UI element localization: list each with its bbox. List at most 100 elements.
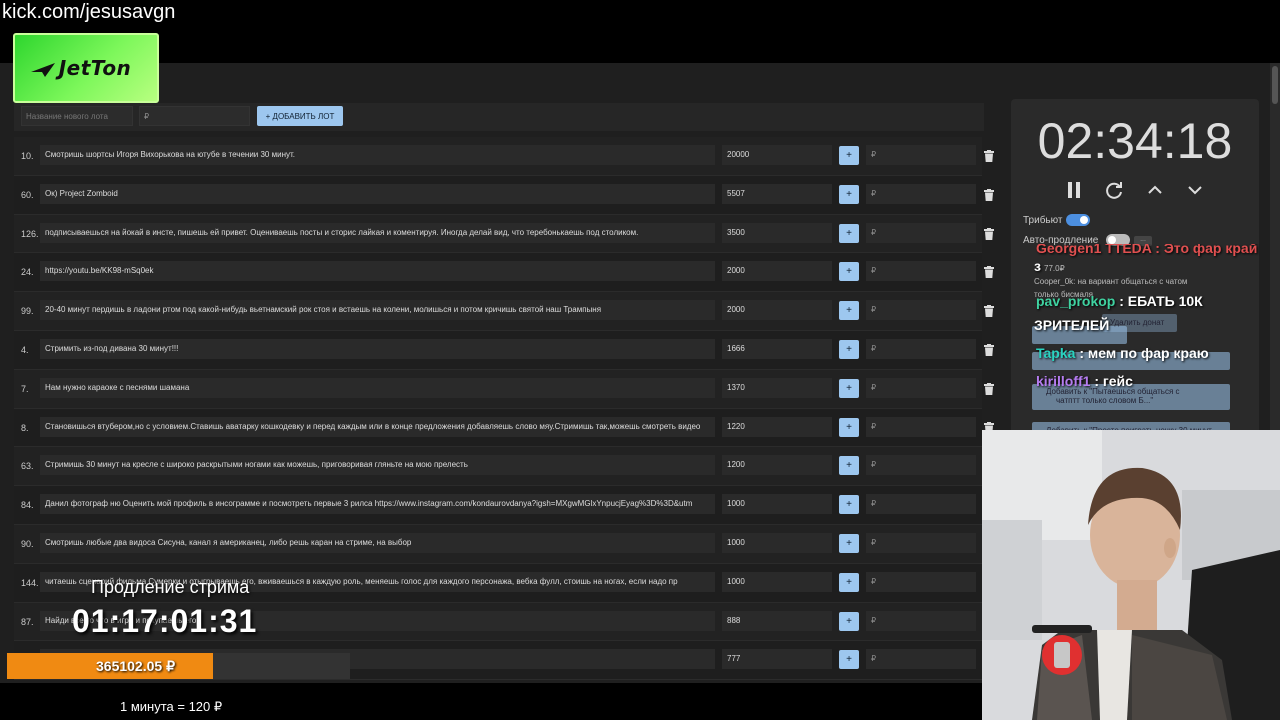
- lot-amount-input[interactable]: 1000: [722, 532, 832, 553]
- add-amount-button[interactable]: +: [839, 184, 859, 204]
- lot-add-input[interactable]: ₽: [866, 649, 976, 670]
- lot-add-input[interactable]: ₽: [866, 610, 976, 631]
- pause-icon[interactable]: [1064, 180, 1084, 200]
- chat-username: kirilloff1: [1036, 373, 1091, 389]
- lot-amount-input[interactable]: 2000: [722, 300, 832, 321]
- lot-amount-input[interactable]: 1000: [722, 494, 832, 515]
- lot-amount-input[interactable]: 2000: [722, 261, 832, 282]
- new-lot-price-input[interactable]: ₽: [139, 106, 250, 126]
- add-amount-button[interactable]: +: [839, 495, 859, 515]
- lot-amount-input[interactable]: 5507: [722, 183, 832, 204]
- add-to-lot-label: чатптт только словом Б...": [1056, 396, 1154, 405]
- lot-amount-input[interactable]: 1220: [722, 416, 832, 437]
- lot-name-input[interactable]: подписываешься на йокай в инсте, пишешь …: [40, 222, 715, 243]
- lot-add-input[interactable]: ₽: [866, 145, 976, 165]
- donation-progress-bar: 365102.05 ₽: [7, 653, 350, 679]
- lot-add-input[interactable]: ₽: [866, 571, 976, 592]
- lot-number: 8.: [21, 422, 29, 433]
- lot-row: 99. 20-40 минут пердишь в ладони ртом под…: [14, 292, 994, 331]
- lot-number: 90.: [21, 538, 34, 549]
- lot-add-input[interactable]: ₽: [866, 494, 976, 515]
- lot-amount-input[interactable]: 1666: [722, 338, 832, 359]
- lot-name-input[interactable]: Смотришь шортсы Игоря Вихорькова на ютуб…: [40, 145, 715, 165]
- lot-add-input[interactable]: ₽: [866, 338, 976, 359]
- chat-overlay: Georgen1 TTEDA : Это фар край з 77.0₽ Co…: [1032, 244, 1277, 434]
- lot-row: 90. Смотришь любые два видоса Сисуна, кан…: [14, 524, 994, 564]
- lot-number: 24.: [21, 267, 34, 278]
- lot-name-input[interactable]: 20-40 минут пердишь в ладони ртом под ка…: [40, 300, 715, 321]
- lot-amount-input[interactable]: 3500: [722, 222, 832, 243]
- lot-add-input[interactable]: ₽: [866, 222, 976, 243]
- add-amount-button[interactable]: +: [839, 378, 859, 398]
- add-amount-button[interactable]: +: [839, 417, 859, 437]
- lot-amount-input[interactable]: 20000: [722, 145, 832, 165]
- trash-icon[interactable]: [984, 188, 994, 201]
- lot-row: 7. Нам нужно караоке с песнями шамана 1370…: [14, 369, 994, 409]
- trash-icon[interactable]: [984, 343, 994, 356]
- add-amount-button[interactable]: +: [839, 650, 859, 670]
- main-timer: 02:34:18: [1037, 113, 1233, 169]
- lot-name-input[interactable]: Ок) Project Zomboid: [40, 183, 715, 204]
- lot-name-input[interactable]: Становишься втубером,но с условием.Стави…: [40, 416, 715, 437]
- chat-text: ЗРИТЕЛЕЙ: [1034, 317, 1110, 333]
- add-lot-button[interactable]: + ДОБАВИТЬ ЛОТ: [257, 106, 343, 126]
- lot-amount-input[interactable]: 1000: [722, 571, 832, 592]
- lot-number: 84.: [21, 500, 34, 511]
- add-amount-button[interactable]: +: [839, 456, 859, 476]
- jetton-logo: JetTon: [13, 33, 159, 103]
- new-lot-name-input[interactable]: Название нового лота: [21, 106, 133, 126]
- lot-name-input[interactable]: Стримить из-под дивана 30 минут!!!: [40, 338, 715, 359]
- tribute-label: Трибьют: [1023, 215, 1063, 226]
- tribute-toggle[interactable]: [1066, 214, 1090, 226]
- lot-amount-input[interactable]: 888: [722, 610, 832, 631]
- add-amount-button[interactable]: +: [839, 146, 859, 165]
- chat-message: Georgen1 TTEDA : Это фар край: [1036, 244, 1258, 256]
- lot-amount-input[interactable]: 1370: [722, 377, 832, 398]
- lot-row: 63. Стримишь 30 минут на кресле с широко …: [14, 447, 994, 487]
- lot-add-input[interactable]: ₽: [866, 183, 976, 204]
- lot-number: 10.: [21, 151, 34, 161]
- lot-name-input[interactable]: Нам нужно караоке с песнями шамана: [40, 377, 715, 398]
- lot-number: 63.: [21, 461, 34, 472]
- lot-add-input[interactable]: ₽: [866, 532, 976, 553]
- chevron-up-icon[interactable]: [1145, 180, 1165, 200]
- lot-amount-input[interactable]: 777: [722, 649, 832, 670]
- trash-icon[interactable]: [984, 304, 994, 318]
- lot-name-input[interactable]: Смотришь любые два видоса Сисуна, канал …: [40, 532, 715, 553]
- add-amount-button[interactable]: +: [839, 223, 859, 243]
- lot-add-input[interactable]: ₽: [866, 300, 976, 321]
- reset-icon[interactable]: [1104, 180, 1124, 200]
- lot-add-input[interactable]: ₽: [866, 261, 976, 282]
- add-amount-button[interactable]: +: [839, 533, 859, 553]
- add-amount-button[interactable]: +: [839, 339, 859, 359]
- lot-number: 126.: [21, 228, 39, 239]
- lot-row: 8. Становишься втубером,но с условием.Ста…: [14, 408, 994, 448]
- rate-text: 1 минута = 120 ₽: [120, 699, 223, 714]
- chat-message: Tapka : мем по фар краю: [1036, 345, 1209, 361]
- chat-message: pav_prokop : ЕБАТЬ 10К: [1036, 293, 1203, 309]
- trash-icon[interactable]: [984, 149, 994, 162]
- trash-icon[interactable]: [984, 382, 994, 395]
- lot-add-input[interactable]: ₽: [866, 455, 976, 476]
- add-amount-button[interactable]: +: [839, 301, 859, 321]
- lot-add-input[interactable]: ₽: [866, 377, 976, 398]
- chat-text: : ЕБАТЬ 10К: [1119, 293, 1203, 309]
- lot-name-input[interactable]: https://youtu.be/KK98-mSq0ek: [40, 261, 715, 282]
- scrollbar-thumb[interactable]: [1272, 66, 1278, 104]
- lot-number: 87.: [21, 616, 34, 627]
- donation-message: Cooper_0k: на вариант общаться с чатом: [1034, 277, 1188, 286]
- extension-title: Продление стрима: [91, 577, 250, 597]
- lot-name-input[interactable]: Стримишь 30 минут на кресле с широко рас…: [40, 455, 715, 476]
- add-amount-button[interactable]: +: [839, 262, 859, 282]
- lot-amount-input[interactable]: 1200: [722, 455, 832, 476]
- add-amount-button[interactable]: +: [839, 572, 859, 592]
- lot-add-input[interactable]: ₽: [866, 416, 976, 437]
- trash-icon[interactable]: [984, 227, 994, 240]
- lot-row: 24. https://youtu.be/KK98-mSq0ek 2000 + ₽: [14, 253, 994, 293]
- chat-text: : мем по фар краю: [1079, 345, 1209, 361]
- lot-name-input[interactable]: Данил фотограф ню Оценить мой профиль в …: [40, 494, 715, 515]
- chevron-down-icon[interactable]: [1185, 180, 1205, 200]
- lot-row: 84. Данил фотограф ню Оценить мой профиль…: [14, 486, 994, 525]
- add-amount-button[interactable]: +: [839, 611, 859, 631]
- trash-icon[interactable]: [984, 265, 994, 279]
